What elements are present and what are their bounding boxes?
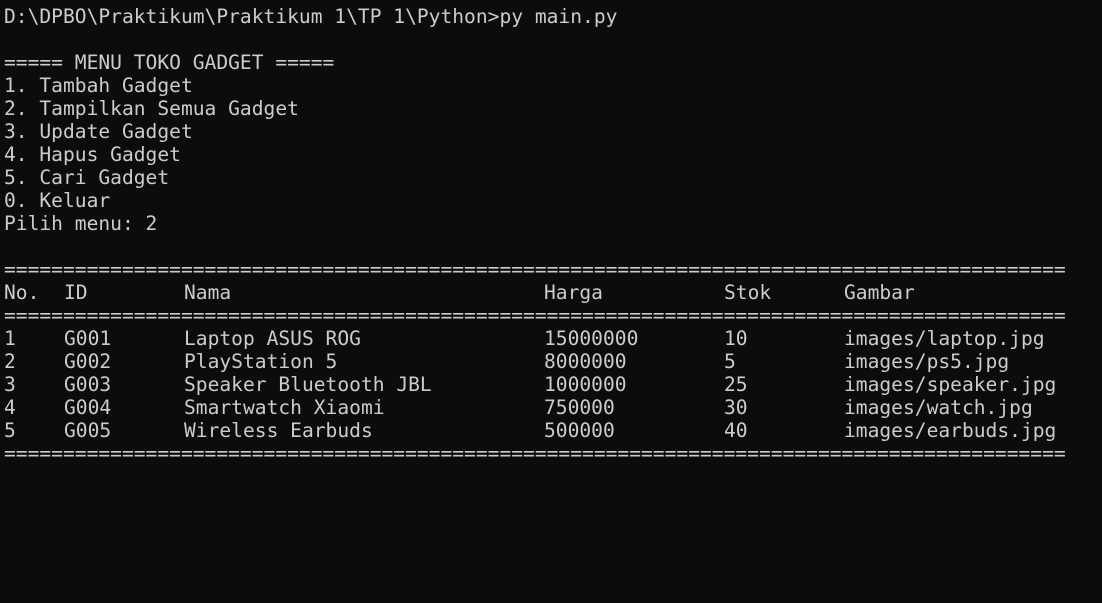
cell-gambar: images/speaker.jpg bbox=[844, 373, 1057, 396]
menu-item-hapus: 4. Hapus Gadget bbox=[4, 143, 181, 166]
cell-id: G002 bbox=[64, 350, 112, 373]
table-separator-top: ========================================… bbox=[4, 258, 1066, 281]
cell-gambar: images/earbuds.jpg bbox=[844, 419, 1057, 442]
cell-id: G003 bbox=[64, 373, 112, 396]
cell-harga: 1000000 bbox=[544, 373, 627, 396]
header-gambar: Gambar bbox=[844, 281, 915, 304]
cell-nama: PlayStation 5 bbox=[184, 350, 338, 373]
cell-harga: 500000 bbox=[544, 419, 615, 442]
table-row: 4 G004 Smartwatch Xiaomi 750000 30 image… bbox=[4, 396, 1102, 419]
cell-stok: 10 bbox=[724, 327, 748, 350]
cell-no: 1 bbox=[4, 327, 16, 350]
cell-id: G001 bbox=[64, 327, 112, 350]
menu-item-tambah: 1. Tambah Gadget bbox=[4, 74, 193, 97]
cell-no: 4 bbox=[4, 396, 16, 419]
cell-gambar: images/laptop.jpg bbox=[844, 327, 1045, 350]
cell-nama: Smartwatch Xiaomi bbox=[184, 396, 385, 419]
cell-harga: 8000000 bbox=[544, 350, 627, 373]
cell-stok: 5 bbox=[724, 350, 736, 373]
cell-stok: 25 bbox=[724, 373, 748, 396]
cell-nama: Laptop ASUS ROG bbox=[184, 327, 361, 350]
table-row: 3 G003 Speaker Bluetooth JBL 1000000 25 … bbox=[4, 373, 1102, 396]
table-row: 1 G001 Laptop ASUS ROG 15000000 10 image… bbox=[4, 327, 1102, 350]
table-header-row: No. ID Nama Harga Stok Gambar bbox=[4, 281, 1102, 304]
cell-harga: 15000000 bbox=[544, 327, 639, 350]
header-id: ID bbox=[64, 281, 88, 304]
terminal-window[interactable]: D:\DPBO\Praktikum\Praktikum 1\TP 1\Pytho… bbox=[0, 0, 1102, 475]
cell-harga: 750000 bbox=[544, 396, 615, 419]
menu-item-keluar: 0. Keluar bbox=[4, 189, 111, 212]
header-nama: Nama bbox=[184, 281, 232, 304]
menu-item-tampilkan: 2. Tampilkan Semua Gadget bbox=[4, 97, 299, 120]
cell-stok: 40 bbox=[724, 419, 748, 442]
header-stok: Stok bbox=[724, 281, 772, 304]
cell-id: G005 bbox=[64, 419, 112, 442]
table-separator-bottom: ========================================… bbox=[4, 442, 1066, 465]
cell-no: 2 bbox=[4, 350, 16, 373]
menu-item-cari: 5. Cari Gadget bbox=[4, 166, 170, 189]
cell-gambar: images/watch.jpg bbox=[844, 396, 1033, 419]
cell-stok: 30 bbox=[724, 396, 748, 419]
table-row: 5 G005 Wireless Earbuds 500000 40 images… bbox=[4, 419, 1102, 442]
cell-nama: Speaker Bluetooth JBL bbox=[184, 373, 432, 396]
table-separator-header: ========================================… bbox=[4, 304, 1066, 327]
header-no: No. bbox=[4, 281, 40, 304]
command-prompt-line: D:\DPBO\Praktikum\Praktikum 1\TP 1\Pytho… bbox=[4, 5, 618, 28]
cell-no: 3 bbox=[4, 373, 16, 396]
menu-item-update: 3. Update Gadget bbox=[4, 120, 193, 143]
table-row: 2 G002 PlayStation 5 8000000 5 images/ps… bbox=[4, 350, 1102, 373]
cell-id: G004 bbox=[64, 396, 112, 419]
cell-nama: Wireless Earbuds bbox=[184, 419, 373, 442]
cell-no: 5 bbox=[4, 419, 16, 442]
menu-title: ===== MENU TOKO GADGET ===== bbox=[4, 51, 335, 74]
header-harga: Harga bbox=[544, 281, 603, 304]
menu-input-prompt: Pilih menu: 2 bbox=[4, 212, 158, 235]
cell-gambar: images/ps5.jpg bbox=[844, 350, 1010, 373]
